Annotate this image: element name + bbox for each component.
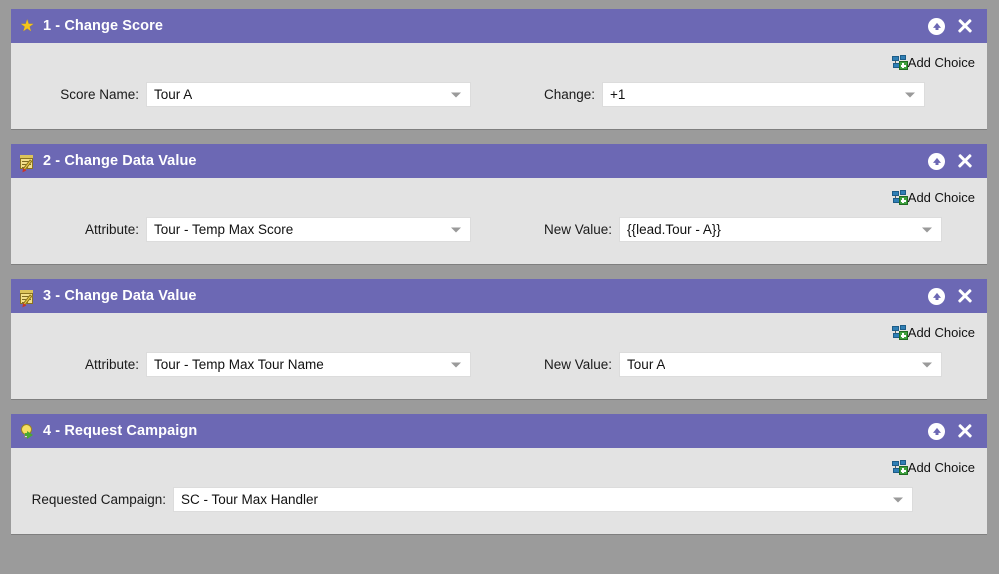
new-value-dropdown[interactable]: {{lead.Tour - A}} bbox=[619, 217, 943, 242]
lightbulb-icon bbox=[20, 423, 37, 440]
step-title-4: 4 - Request Campaign bbox=[43, 422, 198, 439]
add-choice-button[interactable]: Add Choice bbox=[891, 324, 975, 340]
add-choice-icon bbox=[891, 55, 908, 70]
requested-campaign-dropdown[interactable]: SC - Tour Max Handler bbox=[173, 487, 913, 512]
add-choice-label: Add Choice bbox=[907, 459, 975, 475]
move-up-icon[interactable] bbox=[928, 287, 945, 305]
step-fields-3: Attribute: Tour - Temp Max Tour Name New… bbox=[11, 342, 987, 399]
score-name-label: Score Name: bbox=[60, 87, 139, 102]
step-header-actions-3 bbox=[928, 287, 979, 305]
close-icon[interactable] bbox=[956, 153, 973, 170]
add-choice-icon bbox=[891, 190, 908, 205]
chevron-down-icon bbox=[451, 227, 461, 232]
add-choice-row-1: Add Choice bbox=[11, 43, 987, 72]
step-fields-4: Requested Campaign: SC - Tour Max Handle… bbox=[11, 477, 987, 534]
attribute-value: Tour - Temp Max Tour Name bbox=[154, 357, 324, 372]
add-choice-label: Add Choice bbox=[907, 324, 975, 340]
add-choice-button[interactable]: Add Choice bbox=[891, 189, 975, 205]
attribute-label: Attribute: bbox=[84, 357, 139, 372]
close-icon[interactable] bbox=[956, 423, 973, 440]
change-label: Change: bbox=[544, 87, 596, 102]
move-up-icon[interactable] bbox=[928, 152, 945, 170]
chevron-down-icon bbox=[905, 92, 916, 97]
step-header-3: 3 - Change Data Value bbox=[11, 279, 987, 313]
new-value-label: New Value: bbox=[544, 357, 613, 372]
add-choice-label: Add Choice bbox=[907, 54, 975, 70]
requested-campaign-label: Requested Campaign: bbox=[31, 492, 166, 507]
change-value: +1 bbox=[610, 87, 626, 102]
attribute-dropdown[interactable]: Tour - Temp Max Tour Name bbox=[146, 352, 471, 377]
step-title-3: 3 - Change Data Value bbox=[43, 287, 197, 304]
close-icon[interactable] bbox=[956, 18, 973, 35]
move-up-icon[interactable] bbox=[928, 17, 945, 35]
flow-step-panel-1: ★ 1 - Change Score Add Choice Score Name… bbox=[11, 9, 987, 129]
step-header-actions-4 bbox=[928, 422, 979, 440]
add-choice-button[interactable]: Add Choice bbox=[891, 459, 975, 475]
step-header-actions-2 bbox=[928, 152, 979, 170]
flow-steps-canvas: ★ 1 - Change Score Add Choice Score Name… bbox=[0, 0, 999, 574]
flow-step-panel-4: 4 - Request Campaign Add Choice Requeste… bbox=[11, 414, 987, 534]
chevron-down-icon bbox=[451, 362, 461, 367]
add-choice-row-3: Add Choice bbox=[11, 313, 987, 342]
attribute-dropdown[interactable]: Tour - Temp Max Score bbox=[146, 217, 471, 242]
step-header-4: 4 - Request Campaign bbox=[11, 414, 987, 448]
chevron-down-icon bbox=[922, 362, 933, 367]
chevron-down-icon bbox=[451, 92, 461, 97]
step-body-4: Add Choice Requested Campaign: SC - Tour… bbox=[11, 448, 987, 534]
change-dropdown[interactable]: +1 bbox=[602, 82, 926, 107]
chevron-down-icon bbox=[922, 227, 933, 232]
move-up-icon[interactable] bbox=[928, 422, 945, 440]
new-value-label: New Value: bbox=[544, 222, 613, 237]
form-edit-icon bbox=[20, 153, 37, 171]
chevron-down-icon bbox=[893, 497, 903, 502]
step-body-1: Add Choice Score Name: Tour A Change: +1 bbox=[11, 43, 987, 129]
step-title-2: 2 - Change Data Value bbox=[43, 152, 197, 169]
step-header-2: 2 - Change Data Value bbox=[11, 144, 987, 178]
step-header-actions-1 bbox=[928, 17, 979, 35]
requested-campaign-value: SC - Tour Max Handler bbox=[181, 492, 319, 507]
step-title-1: 1 - Change Score bbox=[43, 17, 164, 34]
flow-step-panel-2: 2 - Change Data Value Add Choice Attribu… bbox=[11, 144, 987, 264]
flow-step-panel-3: 3 - Change Data Value Add Choice Attribu… bbox=[11, 279, 987, 399]
step-body-2: Add Choice Attribute: Tour - Temp Max Sc… bbox=[11, 178, 987, 264]
score-name-value: Tour A bbox=[154, 87, 193, 102]
step-fields-2: Attribute: Tour - Temp Max Score New Val… bbox=[11, 207, 987, 264]
add-choice-row-2: Add Choice bbox=[11, 178, 987, 207]
step-fields-1: Score Name: Tour A Change: +1 bbox=[11, 72, 987, 129]
add-choice-icon bbox=[891, 325, 908, 340]
attribute-value: Tour - Temp Max Score bbox=[154, 222, 294, 237]
step-header-1: ★ 1 - Change Score bbox=[11, 9, 987, 43]
add-choice-row-4: Add Choice bbox=[11, 448, 987, 477]
form-edit-icon bbox=[20, 288, 37, 306]
new-value-value: {{lead.Tour - A}} bbox=[627, 222, 721, 237]
step-body-3: Add Choice Attribute: Tour - Temp Max To… bbox=[11, 313, 987, 399]
new-value-value: Tour A bbox=[627, 357, 666, 372]
star-icon: ★ bbox=[20, 17, 35, 35]
score-name-dropdown[interactable]: Tour A bbox=[146, 82, 471, 107]
new-value-dropdown[interactable]: Tour A bbox=[619, 352, 943, 377]
attribute-label: Attribute: bbox=[84, 222, 139, 237]
add-choice-icon bbox=[891, 460, 908, 475]
add-choice-label: Add Choice bbox=[907, 189, 975, 205]
close-icon[interactable] bbox=[956, 288, 973, 305]
add-choice-button[interactable]: Add Choice bbox=[891, 54, 975, 70]
